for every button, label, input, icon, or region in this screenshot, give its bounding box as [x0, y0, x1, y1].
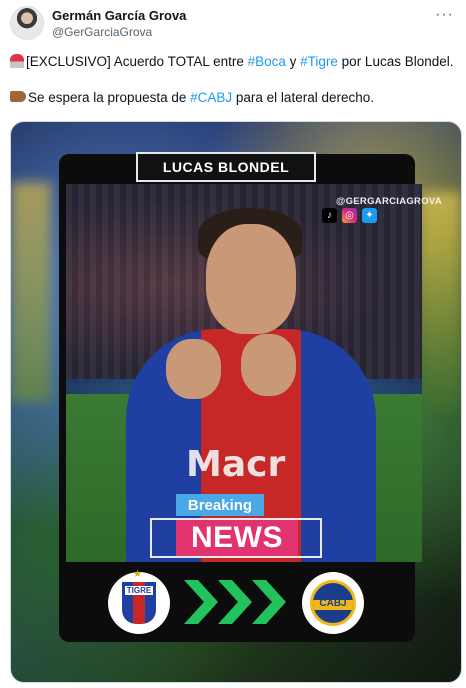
- chevron-right-icon: [218, 580, 252, 624]
- background-blur-right: [421, 192, 461, 412]
- boca-crest-text: CABJ: [319, 597, 347, 609]
- player-fist-right: [241, 334, 296, 396]
- tweet-line-1: [EXCLUSIVO] Acuerdo TOTAL entre #Boca y …: [10, 53, 458, 71]
- pointing-hand-emoji-icon: [10, 91, 26, 102]
- player-name-title: LUCAS BLONDEL: [136, 152, 316, 182]
- news-label: NEWS: [176, 520, 298, 556]
- hashtag-tigre[interactable]: #Tigre: [300, 54, 338, 69]
- text-segment: y: [285, 54, 301, 69]
- social-icons: ♪ ◎ ✦: [322, 208, 382, 224]
- chevron-right-icon: [252, 580, 286, 624]
- tweet-line-2: Se espera la propuesta de #CABJ para el …: [10, 89, 458, 107]
- instagram-icon: ◎: [342, 208, 357, 223]
- siren-emoji-icon: [10, 54, 24, 68]
- background-blur-left: [11, 182, 51, 402]
- tweet-header: Germán García Grova @GerGarciaGrova ···: [10, 6, 460, 42]
- text-segment: [EXCLUSIVO] Acuerdo TOTAL entre: [26, 54, 248, 69]
- author-handle[interactable]: @GerGarciaGrova: [52, 25, 152, 39]
- star-icon: ★: [133, 569, 142, 580]
- text-segment: por Lucas Blondel.: [337, 54, 454, 69]
- tigre-shield-icon: TIGRE: [122, 582, 156, 624]
- twitter-icon: ✦: [362, 208, 377, 223]
- boca-crest: CABJ: [302, 572, 364, 634]
- tiktok-icon: ♪: [322, 208, 337, 223]
- tweet-text: [EXCLUSIVO] Acuerdo TOTAL entre #Boca y …: [10, 53, 458, 107]
- player-fist-left: [166, 339, 221, 399]
- chevron-right-icon: [184, 580, 218, 624]
- transfer-arrows-icon: [184, 580, 286, 624]
- hashtag-cabj[interactable]: #CABJ: [190, 90, 232, 105]
- tigre-crest-text: TIGRE: [124, 586, 154, 595]
- text-segment: para el lateral derecho.: [232, 90, 374, 105]
- text-segment: Se espera la propuesta de: [28, 90, 191, 105]
- boca-badge-icon: CABJ: [310, 580, 356, 626]
- tigre-crest: TIGRE: [108, 572, 170, 634]
- hashtag-boca[interactable]: #Boca: [248, 54, 286, 69]
- watermark-handle: @GERGARCIAGROVA: [336, 196, 442, 207]
- author-avatar[interactable]: [10, 6, 44, 40]
- more-options-icon[interactable]: ···: [435, 6, 454, 24]
- breaking-label: Breaking: [176, 494, 264, 516]
- author-name[interactable]: Germán García Grova: [52, 8, 186, 23]
- jersey-sponsor: Macr: [186, 444, 286, 485]
- player-head: [206, 224, 296, 334]
